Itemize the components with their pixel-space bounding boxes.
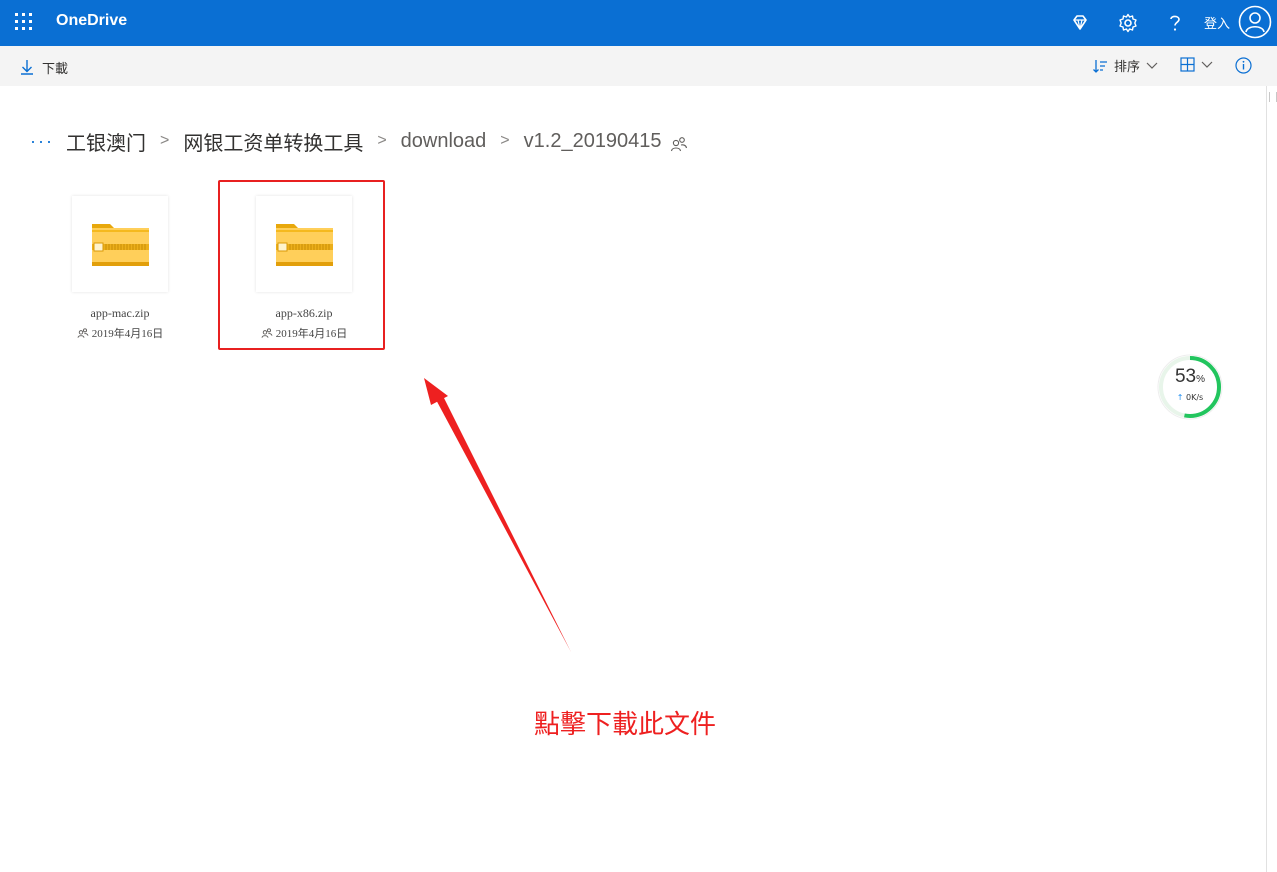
breadcrumb-item[interactable]: 工银澳门: [66, 127, 146, 156]
breadcrumb-item[interactable]: 网银工资单转换工具: [183, 127, 363, 156]
breadcrumb: ··· 工银澳门 > 网银工资单转换工具 > download > v1.2_2…: [30, 126, 688, 156]
chevron-down-icon: [1146, 62, 1158, 69]
help-icon[interactable]: [1164, 12, 1186, 34]
chevron-right-icon: >: [377, 132, 387, 149]
grid-view-icon: [1180, 57, 1195, 72]
speed-rate-value: 0K/s: [1186, 393, 1204, 402]
app-launcher-icon[interactable]: [15, 13, 33, 31]
command-bar: 下載 排序: [0, 46, 1277, 86]
view-switcher-button[interactable]: [1180, 57, 1213, 72]
info-icon[interactable]: [1235, 57, 1252, 74]
settings-gear-icon[interactable]: [1117, 12, 1139, 34]
sort-icon: [1093, 59, 1107, 73]
speed-rate: ↑ 0K/s: [1155, 393, 1225, 402]
speed-percent-unit: %: [1196, 374, 1206, 385]
chevron-down-icon: [1201, 61, 1213, 68]
download-label: 下載: [42, 61, 69, 77]
app-title[interactable]: OneDrive: [56, 12, 127, 30]
upload-arrow-icon: ↑: [1176, 393, 1184, 402]
annotation-highlight-box: [218, 180, 385, 350]
scrollbar-thumb[interactable]: [1269, 92, 1277, 102]
file-meta: 2019年4月16日: [55, 325, 185, 341]
chevron-right-icon: >: [159, 132, 170, 149]
top-bar: OneDrive 登入: [0, 0, 1277, 46]
file-date: 2019年4月16日: [91, 328, 164, 340]
breadcrumb-overflow-button[interactable]: ···: [30, 131, 54, 152]
file-tile[interactable]: app-mac.zip 2019年4月16日: [55, 196, 185, 341]
account-avatar-icon[interactable]: [1238, 5, 1272, 39]
download-arrow-icon: [21, 60, 33, 75]
premium-diamond-icon[interactable]: [1069, 12, 1091, 34]
zip-folder-icon: [92, 224, 149, 266]
shared-people-icon: [670, 137, 687, 152]
breadcrumb-item[interactable]: download: [401, 130, 487, 153]
sign-in-link[interactable]: 登入: [1204, 13, 1230, 32]
speed-percent: 53%: [1155, 366, 1225, 388]
sort-label: 排序: [1114, 60, 1141, 75]
sort-button[interactable]: 排序: [1092, 56, 1158, 75]
shared-people-icon: [77, 328, 89, 338]
speed-percent-value: 53: [1174, 366, 1197, 387]
file-thumbnail[interactable]: [72, 196, 168, 292]
chevron-right-icon: >: [500, 132, 510, 149]
speed-monitor-widget[interactable]: 53% ↑ 0K/s: [1155, 352, 1225, 422]
download-button[interactable]: 下載: [20, 56, 68, 78]
vertical-scrollbar[interactable]: [1266, 86, 1277, 872]
annotation-text: 點擊下載此文件: [534, 710, 717, 740]
file-name[interactable]: app-mac.zip: [55, 306, 185, 321]
breadcrumb-current: v1.2_20190415: [523, 129, 662, 152]
